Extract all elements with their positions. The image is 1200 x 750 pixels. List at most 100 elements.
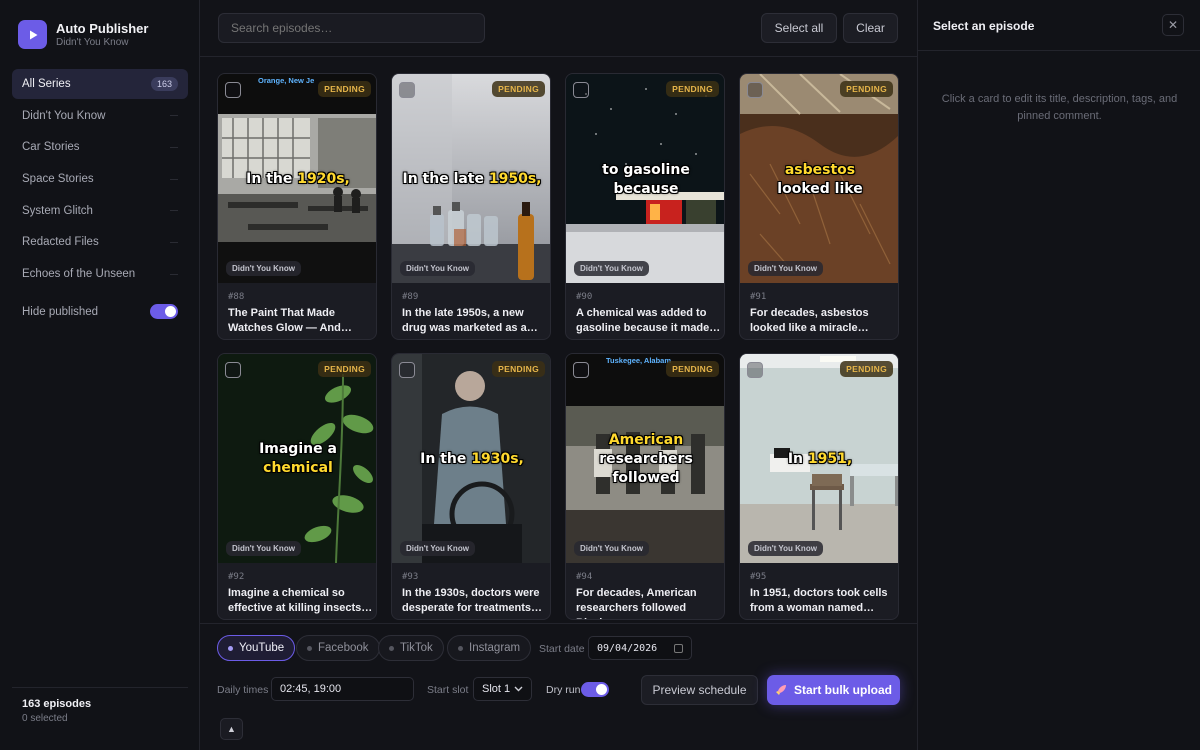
divider — [170, 210, 178, 212]
hide-published-toggle[interactable] — [150, 304, 178, 319]
episode-card[interactable]: In the late 1950s, PENDING Didn't You Kn… — [391, 73, 551, 340]
video-caption: American researchers followed — [599, 432, 693, 486]
start-date-label: Start date — [539, 643, 585, 655]
episode-number: #94 — [576, 572, 593, 582]
sidebar-item-space-stories[interactable]: Space Stories — [12, 164, 188, 194]
video-caption: to gasoline because — [602, 162, 690, 197]
preview-schedule-button[interactable]: Preview schedule — [641, 675, 758, 705]
dry-run-toggle[interactable] — [581, 682, 609, 697]
episode-card[interactable]: to gasoline because PENDING Didn't You Kn… — [565, 73, 725, 340]
platform-facebook[interactable]: Facebook — [296, 635, 380, 661]
daily-times-input[interactable]: 02:45, 19:00 — [271, 677, 414, 701]
series-tag: Didn't You Know — [574, 541, 649, 556]
select-checkbox[interactable] — [573, 362, 589, 378]
sidebar-item-all-series[interactable]: All Series 163 — [12, 69, 188, 99]
episode-count: 163 episodes — [22, 698, 92, 710]
platform-youtube[interactable]: YouTube — [217, 635, 296, 661]
series-tag: Didn't You Know — [400, 261, 475, 276]
divider — [170, 178, 178, 180]
status-badge: PENDING — [318, 81, 371, 97]
episode-meta: #93 In the 1930s, doctors were desperate… — [402, 572, 547, 616]
episode-card[interactable]: Orange, New Je In the 1920s, PENDING Did… — [217, 73, 377, 340]
select-checkbox[interactable] — [225, 82, 241, 98]
episode-meta: #88 The Paint That Made Watches Glow — A… — [228, 292, 373, 336]
video-caption: asbestos looked like — [777, 162, 863, 197]
select-checkbox[interactable] — [399, 362, 415, 378]
episode-title: In the 1930s, doctors were desperate for… — [402, 587, 542, 614]
episode-card[interactable]: Imagine a chemical PENDING Didn't You Kno… — [217, 353, 377, 620]
start-date-value: 09/04/2026 — [597, 642, 658, 654]
daily-times-label: Daily times — [217, 684, 269, 696]
sidebar-item-label: Redacted Files — [22, 236, 99, 249]
episode-thumbnail: Tuskegee, Alabam American researchers foll… — [566, 354, 724, 563]
video-caption: In the late 1950s, — [402, 171, 542, 187]
episode-title: The Paint That Made Watches Glow — And… — [228, 307, 352, 334]
status-badge: PENDING — [840, 81, 893, 97]
episode-card[interactable]: Tuskegee, Alabam American researchers foll… — [565, 353, 725, 620]
episode-editor-panel: Select an episode ✕ Click a card to edit… — [917, 0, 1200, 750]
episode-number: #88 — [228, 292, 245, 302]
episode-meta: #89 In the late 1950s, a new drug was ma… — [402, 292, 547, 336]
select-checkbox[interactable] — [399, 82, 415, 98]
series-tag: Didn't You Know — [400, 541, 475, 556]
series-tag: Didn't You Know — [226, 261, 301, 276]
start-date-input[interactable]: 09/04/2026 — [588, 636, 692, 660]
start-slot-select[interactable]: Slot 1 — [473, 677, 532, 701]
selected-count: 0 selected — [22, 713, 68, 724]
close-icon[interactable]: ✕ — [1162, 14, 1184, 36]
hide-published-row: Hide published — [22, 304, 178, 319]
video-caption: In the 1930s, — [420, 451, 524, 467]
hide-published-label: Hide published — [22, 305, 99, 318]
search-input[interactable] — [218, 13, 485, 43]
app-title: Auto Publisher — [56, 21, 149, 36]
divider — [170, 115, 178, 117]
sidebar-item-system-glitch[interactable]: System Glitch — [12, 196, 188, 226]
episode-number: #93 — [402, 572, 419, 582]
status-badge: PENDING — [840, 361, 893, 377]
sidebar: Auto Publisher Didn't You Know All Serie… — [0, 0, 200, 750]
series-tag: Didn't You Know — [748, 541, 823, 556]
start-bulk-upload-button[interactable]: Start bulk upload — [767, 675, 900, 705]
episode-grid: Orange, New Je In the 1920s, PENDING Did… — [217, 73, 901, 623]
episode-number: #91 — [750, 292, 767, 302]
clear-button[interactable]: Clear — [843, 13, 898, 43]
platform-tiktok[interactable]: TikTok — [378, 635, 444, 661]
episode-thumbnail: In the 1930s, PENDING Didn't You Know — [392, 354, 550, 563]
chevron-down-icon — [514, 686, 523, 692]
sidebar-item-label: Car Stories — [22, 141, 80, 154]
select-checkbox[interactable] — [747, 362, 763, 378]
sidebar-item-echoes-of-the-unseen[interactable]: Echoes of the Unseen — [12, 259, 188, 289]
platform-dot-icon — [458, 645, 463, 651]
series-tag: Didn't You Know — [226, 541, 301, 556]
episode-card[interactable]: asbestos looked like PENDING Didn't You K… — [739, 73, 899, 340]
episode-card[interactable]: In 1951, PENDING Didn't You Know #95 In … — [739, 353, 899, 620]
app-subtitle: Didn't You Know — [56, 37, 129, 48]
platform-dot-icon — [228, 645, 233, 651]
series-nav: All Series 163 Didn't You Know Car Stori… — [12, 69, 188, 291]
collapse-up-icon[interactable]: ▲ — [220, 718, 243, 740]
sidebar-item-didnt-you-know[interactable]: Didn't You Know — [12, 101, 188, 131]
episode-thumbnail: asbestos looked like PENDING Didn't You K… — [740, 74, 898, 283]
episode-title: For decades, asbestos looked like a mira… — [750, 307, 869, 334]
status-badge: PENDING — [492, 81, 545, 97]
platform-instagram[interactable]: Instagram — [447, 635, 532, 661]
sidebar-item-label: Echoes of the Unseen — [22, 268, 136, 281]
episode-card[interactable]: In the 1930s, PENDING Didn't You Know #9… — [391, 353, 551, 620]
episode-meta: #95 In 1951, doctors took cells from a w… — [750, 572, 895, 616]
select-checkbox[interactable] — [573, 82, 589, 98]
series-tag: Didn't You Know — [574, 261, 649, 276]
episode-number: #90 — [576, 292, 593, 302]
status-badge: PENDING — [666, 361, 719, 377]
select-all-button[interactable]: Select all — [761, 13, 837, 43]
episode-meta: #94 For decades, American researchers fo… — [576, 572, 721, 619]
episode-title: In 1951, doctors took cells from a woman… — [750, 587, 888, 614]
sidebar-item-car-stories[interactable]: Car Stories — [12, 132, 188, 162]
status-badge: PENDING — [318, 361, 371, 377]
sidebar-item-label: System Glitch — [22, 204, 93, 217]
sidebar-item-redacted-files[interactable]: Redacted Files — [12, 227, 188, 257]
episode-thumbnail: In the late 1950s, PENDING Didn't You Kn… — [392, 74, 550, 283]
episode-thumbnail: Imagine a chemical PENDING Didn't You Kno… — [218, 354, 376, 563]
select-checkbox[interactable] — [225, 362, 241, 378]
episode-title: A chemical was added to gasoline because… — [576, 307, 721, 334]
select-checkbox[interactable] — [747, 82, 763, 98]
